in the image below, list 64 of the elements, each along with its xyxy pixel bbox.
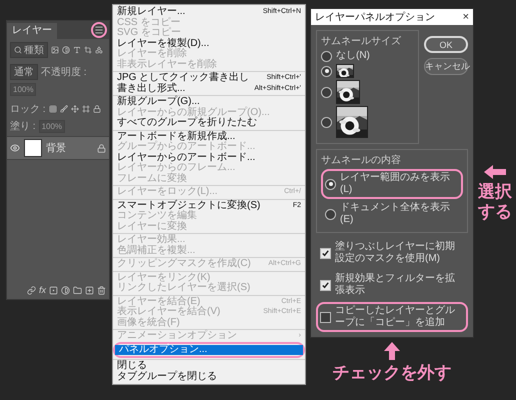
link-icon[interactable] [26,286,36,294]
filter-dropdown[interactable]: 種類 [10,42,48,58]
menu-item[interactable]: 新規グループ(G)... [113,97,305,108]
grid-icon[interactable] [48,105,57,113]
image-icon[interactable] [51,46,59,54]
menu-item[interactable]: レイヤーを複製(D)... [113,38,305,49]
menu-item[interactable]: アートボードを新規作成... [113,132,305,142]
group-label: サムネールサイズ [321,35,402,48]
option-label: なし(N) [336,50,370,62]
radio-button[interactable] [325,208,336,220]
close-button[interactable]: × [462,11,469,23]
frame-icon[interactable] [82,105,90,113]
radio-button[interactable] [321,116,332,128]
option-label: レイヤー範囲のみを表示(L) [340,172,451,196]
checkbox-label: コピーしたレイヤーとグループに「コピー」を追加 [335,305,456,329]
radio-button[interactable] [325,178,336,190]
eye-icon[interactable] [10,143,20,153]
dialog-title: レイヤーパネルオプション [315,10,435,24]
radio-button[interactable] [321,86,332,98]
new-layer-icon[interactable] [85,286,94,294]
group-label: サムネールの内容 [321,154,402,167]
brush-icon[interactable] [60,105,68,113]
menu-item[interactable]: 閉じる [113,361,305,372]
search-icon [14,46,22,54]
trash-icon[interactable] [97,286,106,294]
half-circle-icon[interactable] [62,46,70,54]
layer-name: 背景 [46,142,67,155]
lock-icon[interactable] [92,105,101,113]
fill-label: 塗り : [10,120,36,133]
checkbox[interactable] [320,248,331,258]
effects-button[interactable]: fx [38,285,46,295]
move-icon[interactable] [70,105,79,113]
annotation-text: 選択する [478,182,512,222]
annotation-text: チェックを外す [332,362,452,384]
arrow-left-icon [484,165,506,179]
menu-item[interactable]: すべてのグループを折りたたむ [113,118,305,128]
checkbox-label: 塗りつぶしレイヤーに初期設定のマスクを使用(M) [335,241,456,265]
shapes-icon[interactable] [95,46,103,54]
opacity-field[interactable]: 100% [10,83,36,96]
mask-icon[interactable] [49,286,58,294]
layers-tab[interactable]: レイヤー [7,23,57,39]
blend-mode-dropdown[interactable]: 通常 [10,64,38,80]
opacity-label: 不透明度 : [41,66,87,79]
checkbox[interactable] [320,312,331,322]
folder-icon[interactable] [73,286,82,294]
radio-button[interactable] [321,66,332,76]
menu-item[interactable]: レイヤーからのアートボード... [113,152,305,163]
option-label: ドキュメント全体を表示(E) [340,202,451,226]
arrow-up-icon [384,342,400,360]
layer-row[interactable]: 背景 [7,136,109,160]
checkbox[interactable] [320,280,331,290]
layer-thumbnail [24,139,42,157]
ok-button[interactable]: OK [424,36,468,53]
adjustment-icon[interactable] [61,286,70,294]
checkbox-label: 新規効果とフィルターを拡張表示 [335,273,456,297]
cancel-button[interactable]: キャンセル [424,58,468,75]
menu-icon[interactable] [94,25,104,35]
crop-icon[interactable] [84,46,92,54]
lock-label: ロック : [10,103,46,116]
radio-button[interactable] [321,50,332,62]
menu-item[interactable]: タブグループを閉じる [113,372,305,382]
menu-item[interactable]: パネルオプション... [115,344,303,355]
fill-field[interactable]: 100% [38,120,66,132]
text-icon[interactable] [73,46,81,54]
